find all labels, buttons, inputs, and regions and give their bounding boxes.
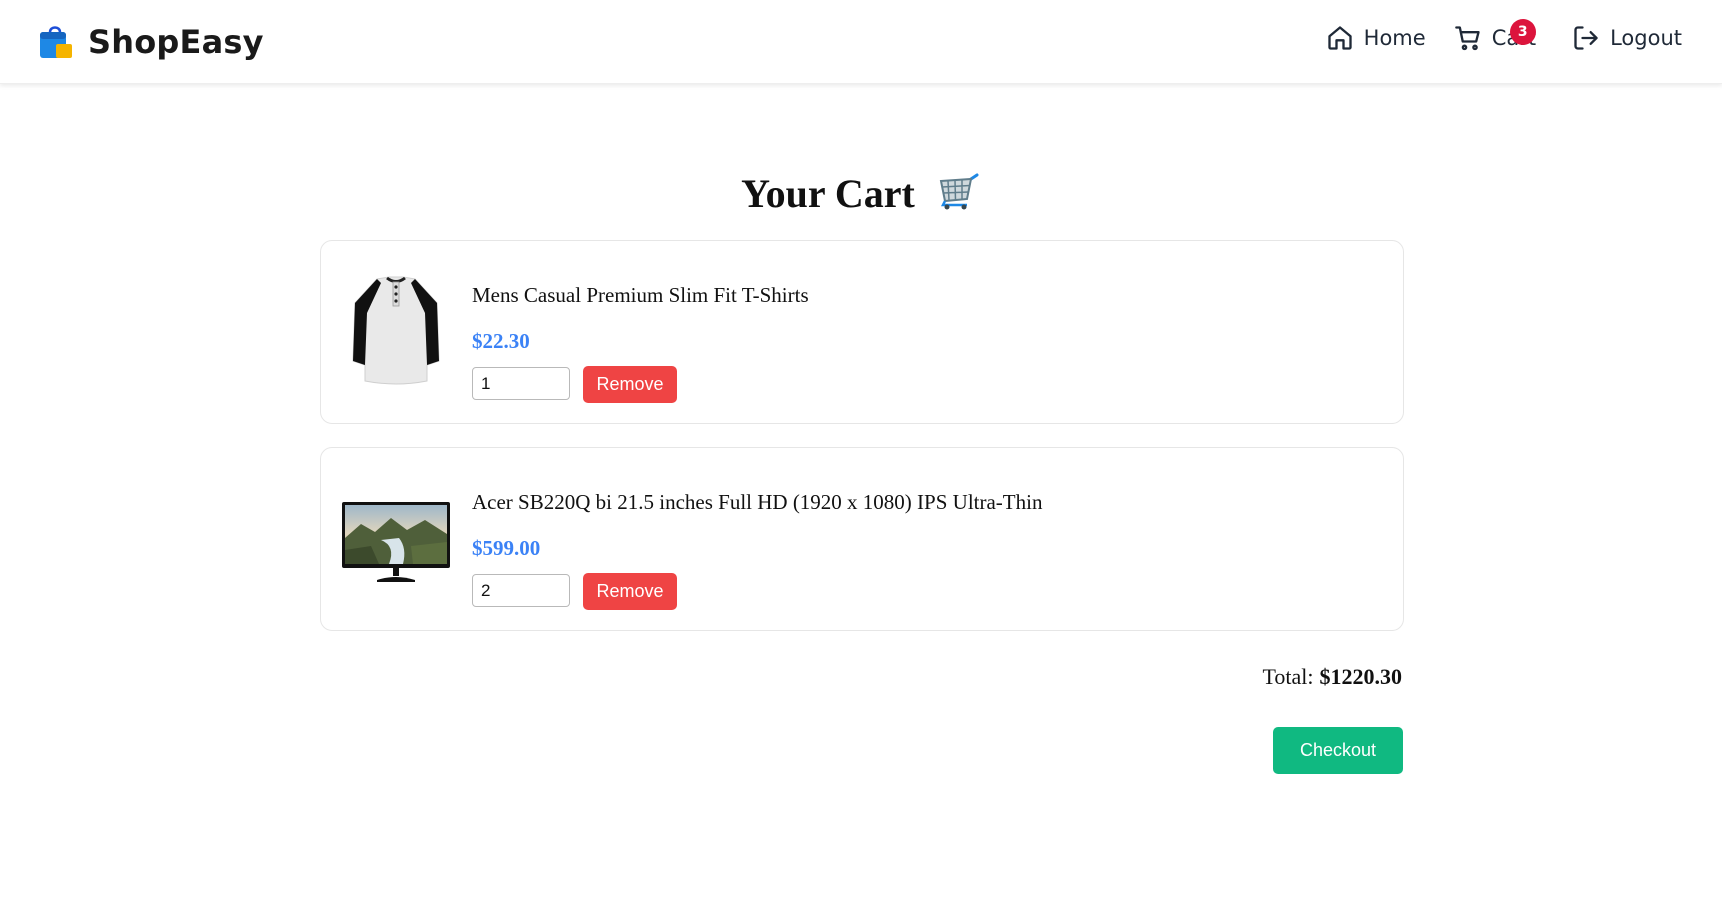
cart-icon (1454, 26, 1480, 51)
monitor-image (342, 502, 450, 582)
cart-item: Acer SB220Q bi 21.5 inches Full HD (1920… (320, 447, 1404, 631)
page-title: Your Cart (0, 170, 1722, 217)
home-icon (1328, 26, 1352, 50)
remove-button[interactable]: Remove (583, 366, 677, 403)
cart-item-price: $599.00 (472, 536, 541, 560)
nav-home-label: Home (1363, 26, 1426, 50)
total-value: $1220.30 (1319, 664, 1403, 689)
cart-item: Mens Casual Premium Slim Fit T-Shirts $2… (320, 240, 1404, 424)
cart-total: Total: $1220.30 (1262, 664, 1402, 690)
shopping-bag-icon (40, 26, 72, 58)
page-title-text: Your Cart (741, 171, 915, 216)
cart-item-price: $22.30 (472, 329, 530, 353)
shopping-cart-emoji-icon (939, 173, 979, 210)
quantity-input[interactable] (472, 367, 570, 400)
checkout-button[interactable]: Checkout (1273, 727, 1403, 774)
nav-home-link[interactable]: Home (1326, 24, 1426, 52)
nav-logout-label: Logout (1610, 26, 1682, 50)
nav-logout-link[interactable]: Logout (1572, 24, 1682, 52)
main-nav: Home Cart 3 Logout (1326, 19, 1682, 52)
remove-button[interactable]: Remove (583, 573, 677, 610)
brand-name: ShopEasy (88, 23, 264, 61)
cart-item-title[interactable]: Acer SB220Q bi 21.5 inches Full HD (1920… (472, 490, 1042, 515)
cart-item-title[interactable]: Mens Casual Premium Slim Fit T-Shirts (472, 283, 809, 308)
logout-icon (1574, 26, 1598, 50)
navbar: ShopEasy Home Cart 3 Logout (0, 0, 1722, 84)
brand[interactable]: ShopEasy (36, 22, 264, 62)
cart-count-badge: 3 (1509, 19, 1536, 45)
quantity-input[interactable] (472, 574, 570, 607)
total-label: Total: (1262, 664, 1314, 689)
raglan-tshirt-image (352, 276, 440, 385)
nav-cart-link[interactable]: Cart 3 (1454, 19, 1536, 52)
